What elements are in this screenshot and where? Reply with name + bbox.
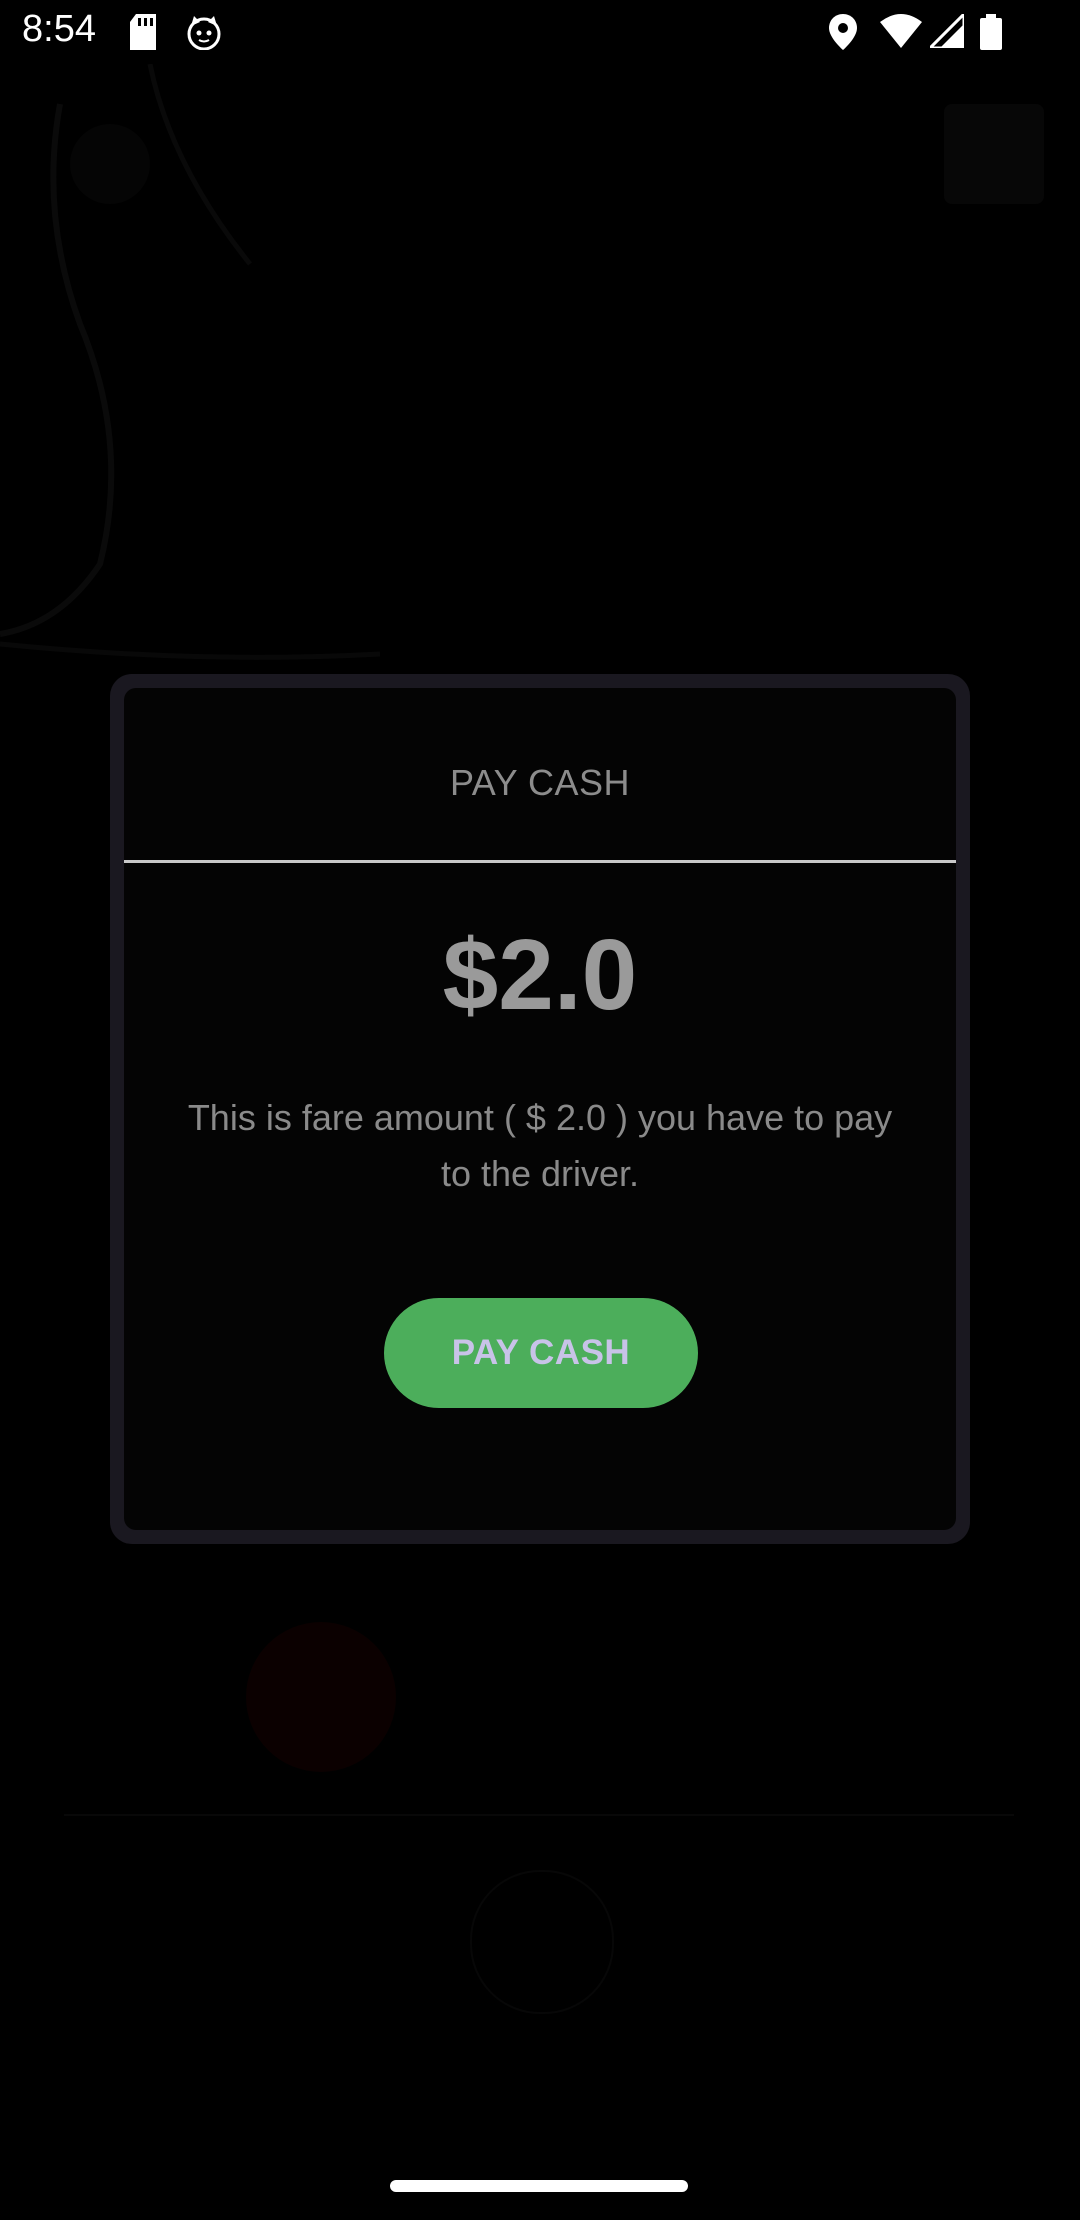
dialog-content: PAY CASH $2.0 This is fare amount ( $ 2.… [124,688,956,1530]
battery-icon [980,14,1002,55]
wifi-icon [880,14,922,53]
fare-amount: $2.0 [442,919,638,1031]
fare-message: This is fare amount ( $ 2.0 ) you have t… [187,1097,893,1194]
dialog-title: PAY CASH [449,762,631,803]
cat-face-icon [186,14,222,55]
menu-button [70,124,150,204]
map-action-button [944,104,1044,204]
screen: 8:54 PAY CASH $2.0 This is fare amount (… [0,0,1080,2220]
map-route-lines [0,64,381,660]
pay-cash-dialog: PAY CASH $2.0 This is fare amount ( $ 2.… [110,674,970,1544]
location-pin-icon [828,14,858,55]
status-time: 8:54 [22,8,96,50]
driver-avatar [246,1622,396,1772]
home-gesture-bar[interactable] [390,2180,688,2192]
call-button [470,1870,614,2014]
cell-signal-icon [926,10,966,53]
pay-cash-button[interactable]: PAY CASH [384,1298,698,1408]
sd-card-icon [128,14,158,55]
divider [64,1814,1014,1816]
dialog-divider [124,860,956,863]
status-bar: 8:54 [0,0,1080,64]
